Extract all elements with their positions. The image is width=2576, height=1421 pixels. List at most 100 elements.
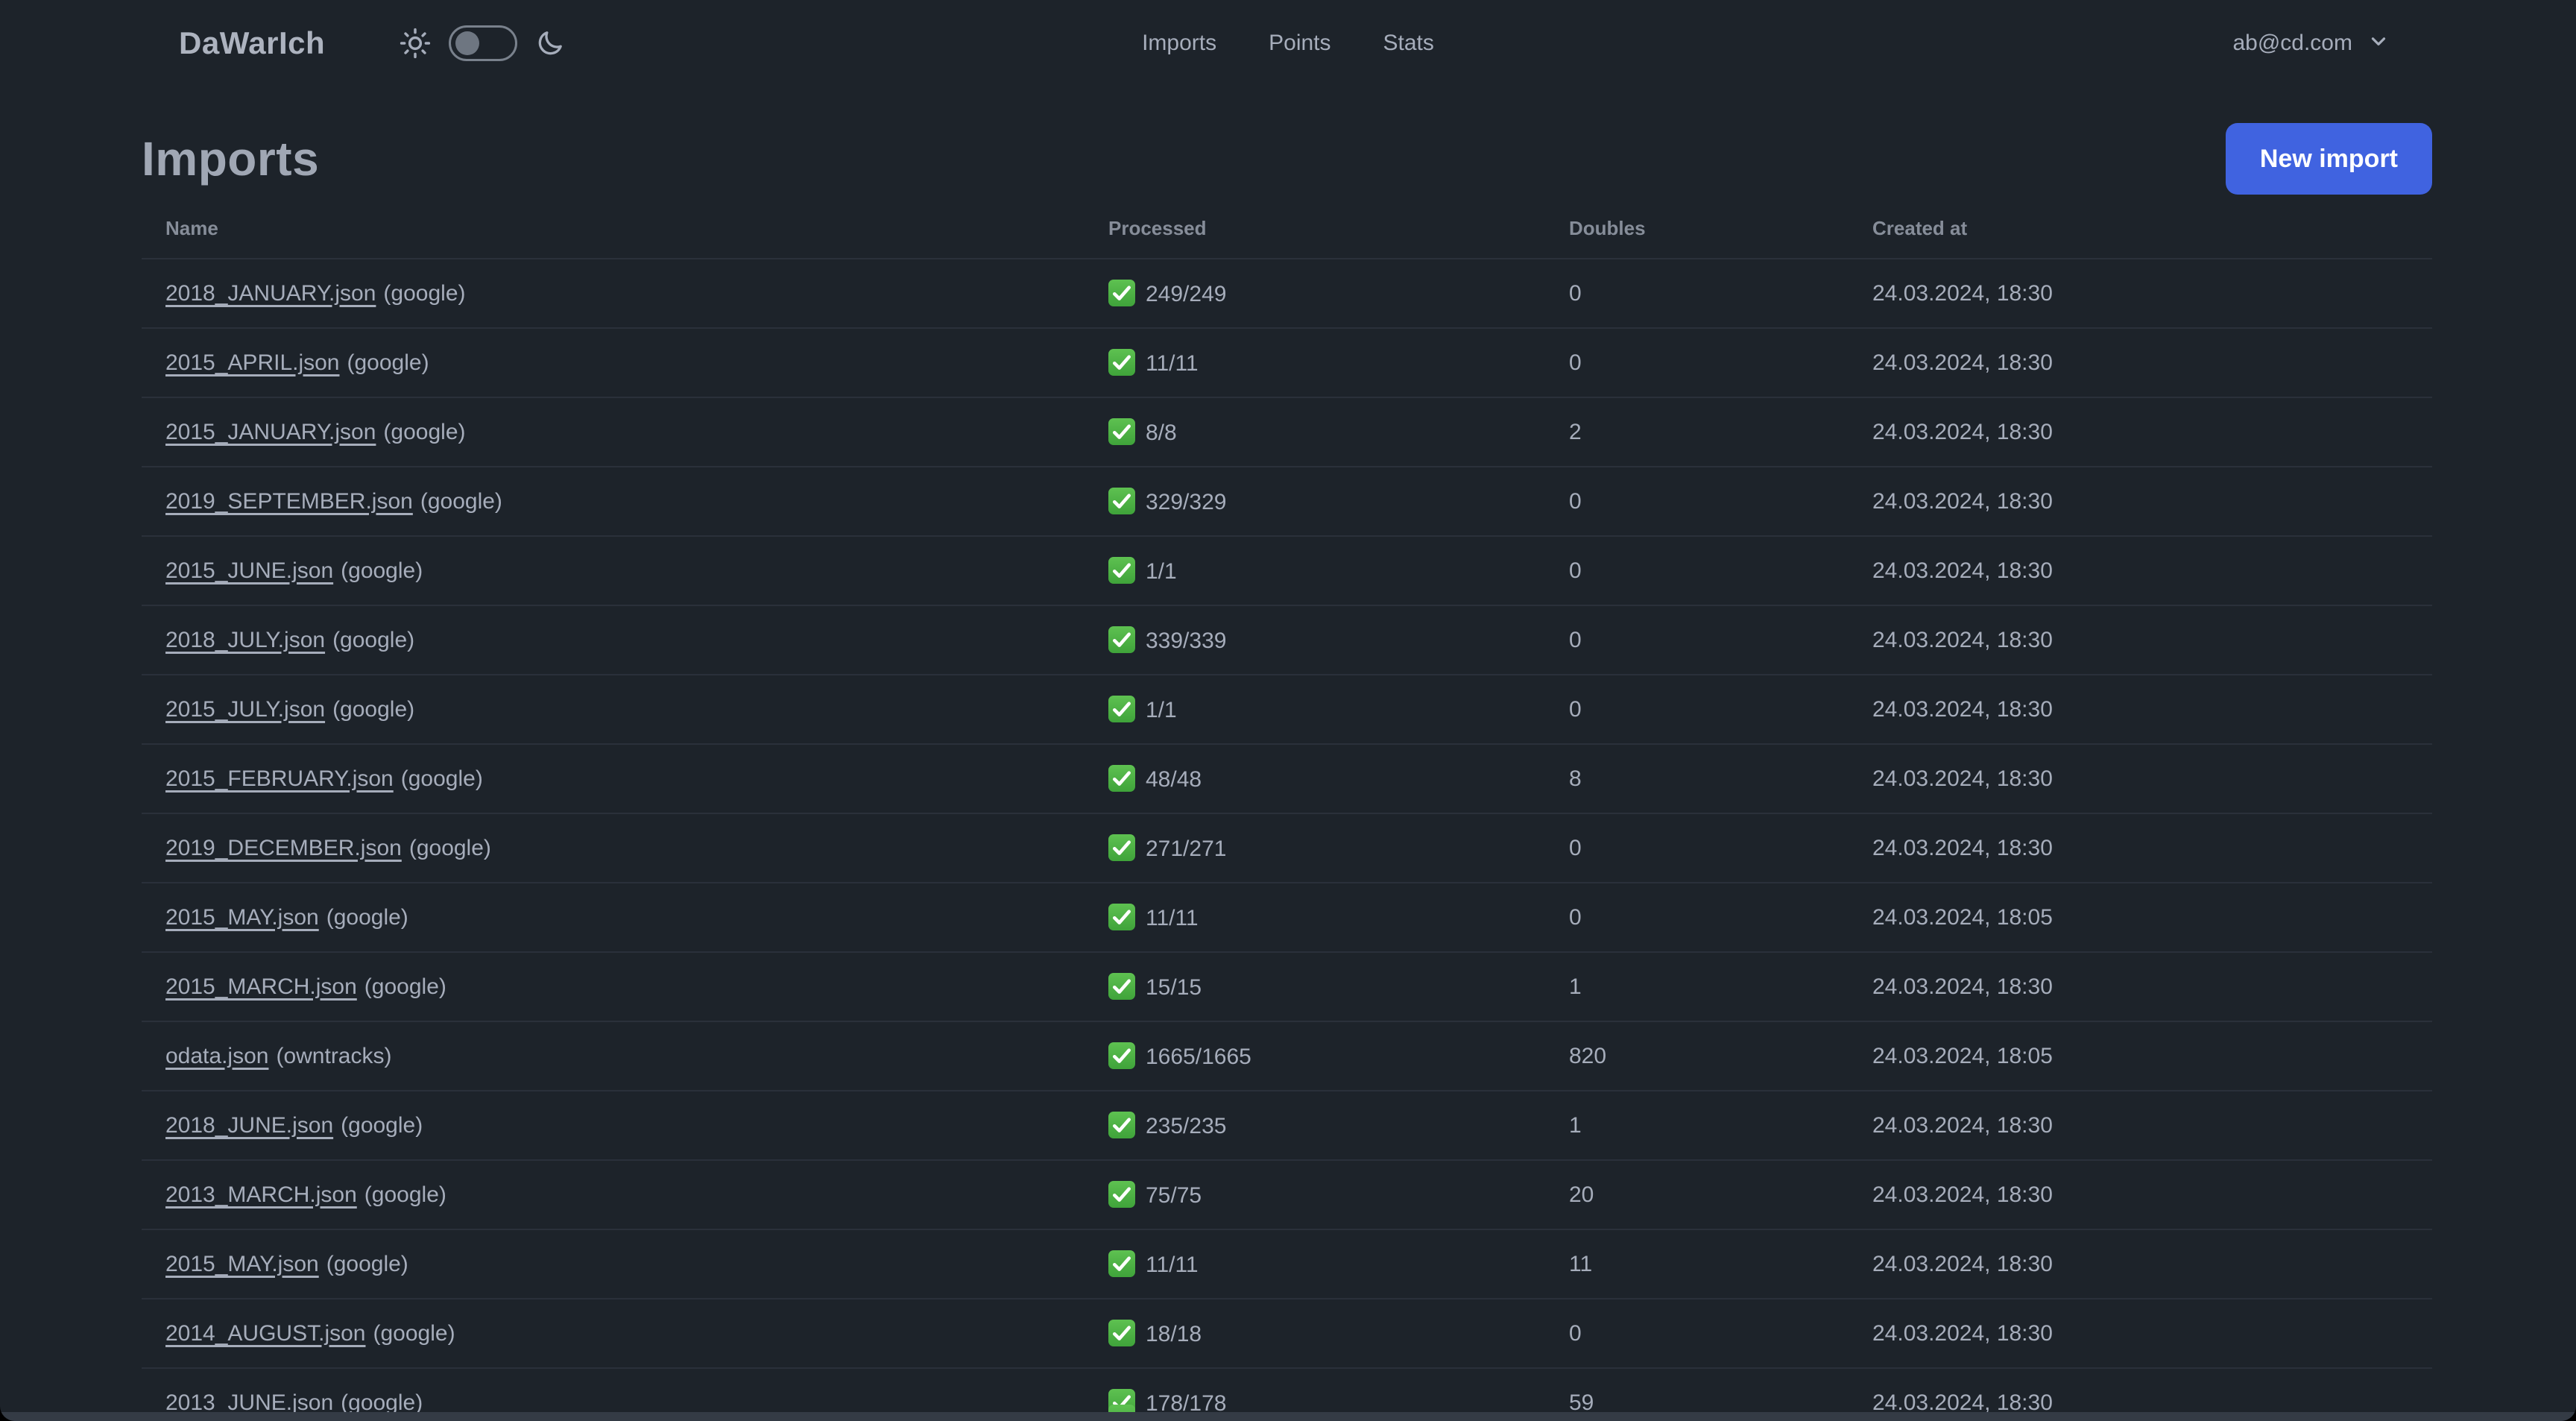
processed-count: 11/11 xyxy=(1146,906,1199,930)
created-at-cell: 24.03.2024, 18:30 xyxy=(1849,952,2432,1022)
check-mark-emoji xyxy=(1108,418,1135,445)
file-source: (google) xyxy=(400,766,483,791)
created-at-cell: 24.03.2024, 18:30 xyxy=(1849,813,2432,883)
doubles-cell: 0 xyxy=(1545,328,1849,398)
file-link[interactable]: 2015_FEBRUARY.json xyxy=(165,766,394,791)
name-cell: 2015_MARCH.json (google) xyxy=(142,952,1085,1022)
file-link[interactable]: 2018_JANUARY.json xyxy=(165,281,376,306)
table-row: 2013_MARCH.json (google) 75/75 20 24.03.2… xyxy=(142,1160,2432,1230)
created-at-cell: 24.03.2024, 18:30 xyxy=(1849,536,2432,606)
brand-logo[interactable]: DaWarIch xyxy=(179,25,325,61)
processed-count: 11/11 xyxy=(1146,351,1199,376)
navbar: DaWarIch Imports Points Stats ab@cd.com xyxy=(0,0,2576,86)
file-source: (google) xyxy=(408,835,491,860)
created-at-cell: 24.03.2024, 18:30 xyxy=(1849,605,2432,675)
file-link[interactable]: 2015_APRIL.json xyxy=(165,350,340,375)
created-at-cell: 24.03.2024, 18:30 xyxy=(1849,1229,2432,1299)
check-mark-emoji xyxy=(1108,904,1135,930)
created-at-cell: 24.03.2024, 18:30 xyxy=(1849,467,2432,537)
check-mark-emoji xyxy=(1108,349,1135,376)
file-source: (google) xyxy=(341,1390,423,1415)
file-link[interactable]: 2015_JANUARY.json xyxy=(165,420,376,444)
theme-toggle-knob xyxy=(455,31,480,55)
name-cell: 2019_SEPTEMBER.json (google) xyxy=(142,467,1085,537)
imports-table-body: 2018_JANUARY.json (google) 249/249 0 24.0… xyxy=(142,259,2432,1421)
file-source: (google) xyxy=(364,1182,446,1207)
table-row: 2015_MAY.json (google) 11/11 0 24.03.2024… xyxy=(142,883,2432,953)
column-header-processed: Processed xyxy=(1085,195,1545,259)
main-content: Imports New import Name Processed Double… xyxy=(0,123,2576,1421)
new-import-button[interactable]: New import xyxy=(2225,123,2432,195)
created-at-cell: 24.03.2024, 18:30 xyxy=(1849,744,2432,814)
processed-cell: 339/339 xyxy=(1085,605,1545,675)
table-row: 2014_AUGUST.json (google) 18/18 0 24.03.2… xyxy=(142,1299,2432,1369)
name-cell: 2015_APRIL.json (google) xyxy=(142,328,1085,398)
file-link[interactable]: 2015_JULY.json xyxy=(165,697,325,722)
name-cell: 2014_AUGUST.json (google) xyxy=(142,1299,1085,1369)
file-link[interactable]: 2014_AUGUST.json xyxy=(165,1321,365,1346)
user-menu[interactable]: ab@cd.com xyxy=(2232,30,2390,56)
doubles-cell: 2 xyxy=(1545,397,1849,467)
name-cell: 2015_FEBRUARY.json (google) xyxy=(142,744,1085,814)
chevron-down-icon xyxy=(2367,30,2390,56)
created-at-cell: 24.03.2024, 18:30 xyxy=(1849,259,2432,329)
processed-count: 339/339 xyxy=(1146,628,1227,653)
table-row: 2015_JULY.json (google) 1/1 0 24.03.2024,… xyxy=(142,675,2432,745)
file-link[interactable]: 2015_MAY.json xyxy=(165,1252,319,1276)
doubles-cell: 0 xyxy=(1545,467,1849,537)
nav-link-imports[interactable]: Imports xyxy=(1142,31,1216,56)
check-mark-emoji xyxy=(1108,973,1135,1000)
check-mark-emoji xyxy=(1108,280,1135,306)
nav-link-points[interactable]: Points xyxy=(1269,31,1330,56)
file-link[interactable]: 2019_SEPTEMBER.json xyxy=(165,489,413,514)
processed-cell: 271/271 xyxy=(1085,813,1545,883)
processed-count: 48/48 xyxy=(1146,767,1202,792)
name-cell: 2013_MARCH.json (google) xyxy=(142,1160,1085,1230)
main-nav: Imports Points Stats xyxy=(1142,0,1434,86)
name-cell: 2018_JANUARY.json (google) xyxy=(142,259,1085,329)
processed-count: 249/249 xyxy=(1146,282,1227,306)
file-link[interactable]: 2019_DECEMBER.json xyxy=(165,836,402,860)
file-link[interactable]: 2015_JUNE.json xyxy=(165,558,333,583)
processed-cell: 1665/1665 xyxy=(1085,1021,1545,1091)
processed-count: 11/11 xyxy=(1146,1253,1199,1277)
theme-toggle-group xyxy=(400,25,565,61)
file-link[interactable]: 2013_MARCH.json xyxy=(165,1182,357,1207)
nav-link-stats[interactable]: Stats xyxy=(1383,31,1434,56)
table-row: 2018_JUNE.json (google) 235/235 1 24.03.2… xyxy=(142,1091,2432,1161)
theme-toggle-switch[interactable] xyxy=(449,25,518,61)
file-source: (google) xyxy=(364,974,446,999)
file-link[interactable]: odata.json xyxy=(165,1044,268,1068)
processed-count: 1/1 xyxy=(1146,698,1177,722)
file-link[interactable]: 2013_JUNE.json xyxy=(165,1390,333,1415)
file-link[interactable]: 2015_MARCH.json xyxy=(165,974,357,999)
moon-icon xyxy=(535,28,565,58)
doubles-cell: 820 xyxy=(1545,1021,1849,1091)
processed-cell: 18/18 xyxy=(1085,1299,1545,1369)
check-mark-emoji xyxy=(1108,1320,1135,1346)
file-source: (google) xyxy=(332,696,415,722)
user-email: ab@cd.com xyxy=(2232,30,2352,55)
file-link[interactable]: 2018_JULY.json xyxy=(165,628,325,652)
file-link[interactable]: 2015_MAY.json xyxy=(165,905,319,930)
doubles-cell: 0 xyxy=(1545,813,1849,883)
file-source: (google) xyxy=(341,558,423,583)
doubles-cell: 0 xyxy=(1545,1299,1849,1369)
check-mark-emoji xyxy=(1108,1250,1135,1277)
file-link[interactable]: 2018_JUNE.json xyxy=(165,1113,333,1138)
file-source: (google) xyxy=(332,627,415,652)
table-row: 2015_MAY.json (google) 11/11 11 24.03.202… xyxy=(142,1229,2432,1299)
name-cell: 2015_MAY.json (google) xyxy=(142,883,1085,953)
processed-cell: 329/329 xyxy=(1085,467,1545,537)
processed-cell: 11/11 xyxy=(1085,328,1545,398)
processed-count: 18/18 xyxy=(1146,1322,1202,1346)
processed-cell: 1/1 xyxy=(1085,675,1545,745)
doubles-cell: 0 xyxy=(1545,259,1849,329)
processed-cell: 15/15 xyxy=(1085,952,1545,1022)
check-mark-emoji xyxy=(1108,1181,1135,1208)
file-source: (google) xyxy=(326,1251,408,1276)
name-cell: 2015_JULY.json (google) xyxy=(142,675,1085,745)
created-at-cell: 24.03.2024, 18:30 xyxy=(1849,1091,2432,1161)
check-mark-emoji xyxy=(1108,557,1135,584)
processed-cell: 48/48 xyxy=(1085,744,1545,814)
